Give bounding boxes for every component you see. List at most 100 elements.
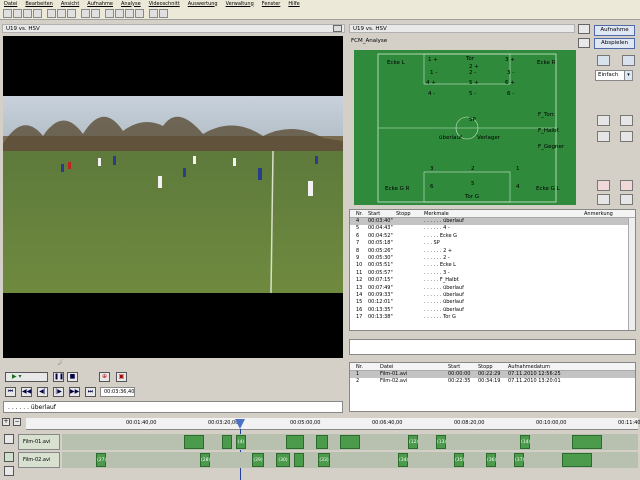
film-track-icon[interactable] (4, 452, 14, 462)
tags-settings-icon[interactable] (622, 55, 635, 66)
col-film-nr[interactable]: Nr. (350, 363, 366, 370)
step-forward-button[interactable]: |▶ (53, 387, 64, 397)
film-row[interactable]: 2 Film-02.avi 00:22:35 00:34:19 07.11.2010 1… (350, 378, 635, 385)
zone-f-torr[interactable]: F_Torr. (538, 112, 555, 118)
panel-menu-icon[interactable] (333, 25, 342, 32)
zone-6-plus[interactable]: 6 + (505, 80, 515, 86)
clip[interactable]: (33) (318, 453, 330, 467)
abspielen-button[interactable]: Abspielen (594, 38, 635, 49)
skip-end-button[interactable]: ⏭ (85, 387, 96, 397)
clip[interactable] (316, 435, 328, 449)
menu-2[interactable]: Ansicht (57, 1, 83, 7)
col-film-stopp[interactable]: Stopp (478, 363, 508, 370)
zone-6[interactable]: 6 (430, 184, 434, 190)
zoom-in-icon[interactable]: + (2, 418, 10, 426)
clip[interactable] (184, 435, 204, 449)
zone-ecke-g-r[interactable]: Ecke G R (385, 186, 409, 192)
menu-4[interactable]: Analyse (117, 1, 145, 7)
filter-icon[interactable] (597, 131, 610, 142)
paste-icon[interactable] (67, 8, 76, 18)
col-nr[interactable]: Nr. (350, 210, 368, 217)
clip[interactable]: (34) (398, 453, 408, 467)
zone-4-plus[interactable]: 4 + (426, 80, 436, 86)
col-anmerkung[interactable]: Anmerkung (584, 210, 634, 217)
help-icon[interactable] (159, 8, 168, 18)
zone-1-minus[interactable]: 1 - (430, 70, 437, 76)
table-row[interactable]: 17 00:13:38" . . . . . . Tor G (350, 314, 635, 321)
table-row[interactable]: 5 00:04:43" . . . . . . 4 - (350, 225, 635, 232)
play-button[interactable]: ▶ ▾ (5, 372, 48, 382)
col-datei[interactable]: Datei (366, 363, 448, 370)
redo-icon[interactable] (91, 8, 100, 18)
track1-label[interactable]: Film-01.avi (18, 434, 60, 450)
col-stopp[interactable]: Stopp (396, 210, 424, 217)
table-row[interactable]: 13 00:07:49" . . . . . . überlauf (350, 285, 635, 292)
zone-ecke-r[interactable]: Ecke R (537, 60, 555, 66)
menu-5[interactable]: Videoschnitt (145, 1, 184, 7)
zone-1-plus[interactable]: 1 + (428, 57, 438, 63)
clip[interactable] (340, 435, 360, 449)
menu-6[interactable]: Auswertung (184, 1, 222, 7)
undo-icon[interactable] (81, 8, 90, 18)
skip-start-button[interactable]: ⏮ (5, 387, 16, 397)
col-merkmale[interactable]: Merkmale (424, 210, 584, 217)
clip[interactable]: (27) (96, 453, 106, 467)
window-icon[interactable] (578, 24, 590, 34)
rewind-button[interactable]: ◀◀ (21, 387, 32, 397)
zone-6-minus[interactable]: 6 - (507, 91, 514, 97)
zone-5[interactable]: 5 (471, 181, 475, 187)
step-back-button[interactable]: ◀| (37, 387, 48, 397)
clip[interactable]: (14) (520, 435, 530, 449)
mode-select[interactable]: Einfach ▾ (595, 70, 633, 81)
zone-ecke-g-l[interactable]: Ecke G L (536, 186, 560, 192)
table-row[interactable]: 4 00:03:40" . . . . . . überlauf (350, 218, 635, 226)
zone-f-halbf[interactable]: F_Halbf. (538, 128, 560, 134)
clip[interactable]: (30) (276, 453, 290, 467)
zone-verlager[interactable]: Verlager (477, 135, 500, 141)
clip[interactable]: (28) (200, 453, 210, 467)
import-icon[interactable] (620, 115, 633, 126)
aufnahme-button[interactable]: Aufnahme (594, 25, 635, 36)
zone-5-plus[interactable]: 5 + (469, 80, 479, 86)
zone-f-gegner[interactable]: F_Gegner (538, 144, 564, 150)
menu-9[interactable]: Hilfe (284, 1, 303, 7)
help-icon[interactable] (620, 194, 633, 205)
clip[interactable]: (37) (514, 453, 524, 467)
table-row[interactable]: 9 00:05:30" . . . . . . 2 - (350, 255, 635, 262)
record-icon[interactable]: ⊕ (99, 372, 110, 382)
annotation-field[interactable] (349, 339, 636, 355)
menu-0[interactable]: Datei (0, 1, 21, 7)
track-settings-icon[interactable] (4, 434, 14, 444)
new-icon[interactable] (3, 8, 12, 18)
zone-3-minus[interactable]: 3 - (507, 70, 514, 76)
fast-forward-button[interactable]: ▶▶ (69, 387, 80, 397)
track2-label[interactable]: Film-02.avi (18, 452, 60, 468)
menu-1[interactable]: Bearbeiten (21, 1, 56, 7)
zone-4-minus[interactable]: 4 - (428, 91, 435, 97)
clip[interactable]: (36) (486, 453, 496, 467)
clip[interactable]: (4) (236, 435, 246, 449)
table-row[interactable]: 12 00:07:15" . . . . . F_Halbf. (350, 277, 635, 284)
menu-7[interactable]: Verwaltung (222, 1, 258, 7)
clip[interactable] (562, 453, 592, 467)
clip[interactable] (286, 435, 304, 449)
clip[interactable] (294, 453, 304, 467)
table-row[interactable]: 16 00:13:35" . . . . . . überlauf (350, 307, 635, 314)
chart-icon[interactable] (135, 8, 144, 18)
play-icon[interactable] (115, 8, 124, 18)
marker-icon[interactable]: ▣ (116, 372, 127, 382)
save-icon[interactable] (23, 8, 32, 18)
zone-sp[interactable]: SP (469, 117, 476, 123)
clip[interactable]: (12) (408, 435, 418, 449)
layout-icon[interactable] (578, 38, 590, 48)
settings-icon[interactable] (105, 8, 114, 18)
timeline-ruler[interactable]: 00:01:40,00 00:03:20,00 00:05:00,00 00:06:4… (26, 418, 640, 430)
col-aufnahmedatum[interactable]: Aufnahmedatum (508, 363, 588, 370)
delete-all-icon[interactable] (620, 180, 633, 191)
print-icon[interactable] (33, 8, 42, 18)
zone-3[interactable]: 3 (430, 166, 434, 172)
copy-icon[interactable] (57, 8, 66, 18)
zone-tor-g[interactable]: Tor G (465, 194, 479, 200)
info-icon[interactable] (597, 194, 610, 205)
table-row[interactable]: 11 00:05:57" . . . . . . 3 - (350, 270, 635, 277)
